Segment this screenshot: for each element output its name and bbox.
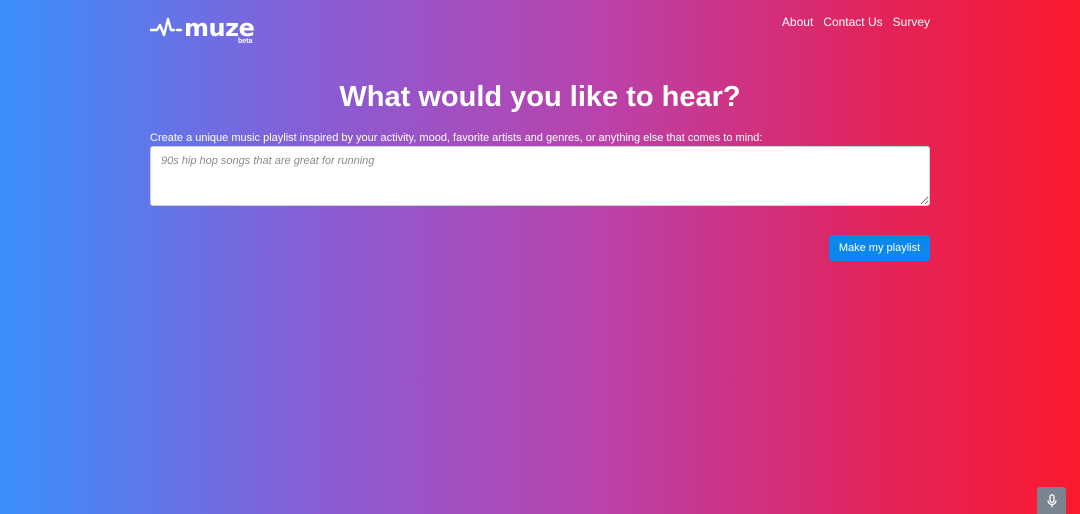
microphone-icon <box>1046 493 1057 507</box>
make-playlist-button[interactable]: Make my playlist <box>829 235 930 261</box>
waveform-icon <box>150 17 182 37</box>
brand-logo[interactable]: muze beta <box>150 14 255 45</box>
brand-text: muze beta <box>184 14 255 45</box>
voice-input-button[interactable] <box>1037 487 1066 514</box>
nav-links: About Contact Us Survey <box>782 15 930 29</box>
page-container: muze beta About Contact Us Survey What w… <box>150 0 930 261</box>
navbar: muze beta About Contact Us Survey <box>150 0 930 50</box>
brand-name: muze <box>184 14 255 42</box>
nav-link-about[interactable]: About <box>782 15 813 29</box>
page-heading: What would you like to hear? <box>339 81 741 113</box>
playlist-prompt-input[interactable] <box>150 146 930 206</box>
prompt-label: Create a unique music playlist inspired … <box>150 132 763 144</box>
nav-link-contact-us[interactable]: Contact Us <box>823 15 882 29</box>
brand-beta-tag: beta <box>237 38 253 45</box>
nav-link-survey[interactable]: Survey <box>893 15 930 29</box>
